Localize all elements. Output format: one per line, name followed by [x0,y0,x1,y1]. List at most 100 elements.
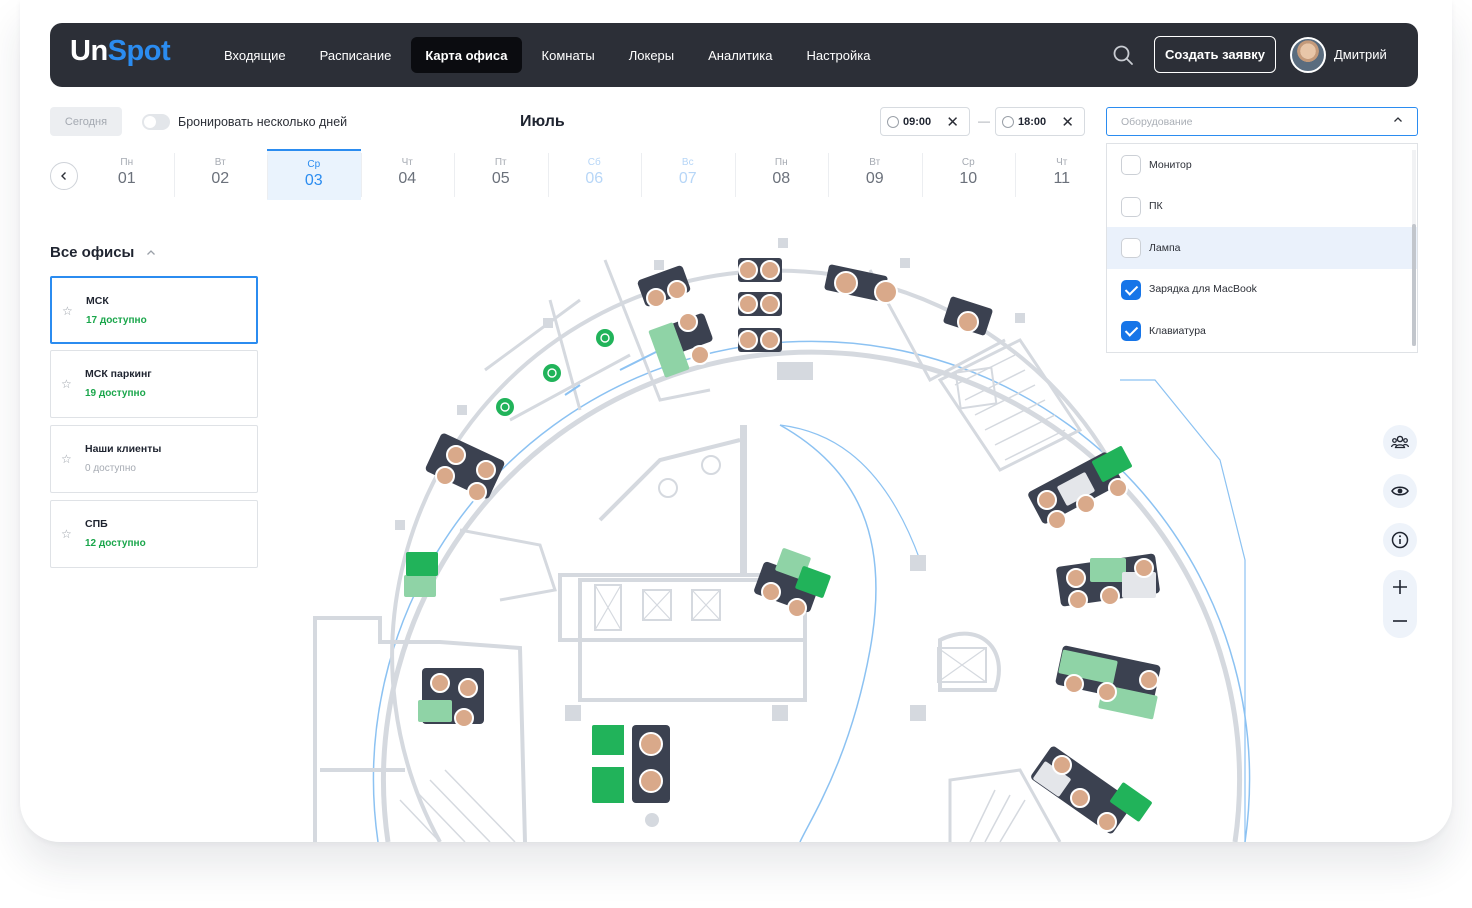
offices-heading: Все офисы [50,244,135,261]
star-icon[interactable]: ☆ [61,377,72,391]
equipment-select[interactable]: Оборудование [1106,107,1418,136]
equipment-option-label: Лампа [1149,241,1181,254]
checkbox[interactable] [1121,238,1141,258]
nav-lockers[interactable]: Локеры [615,37,688,73]
star-icon[interactable]: ☆ [62,304,73,318]
multi-day-label: Бронировать несколько дней [178,115,348,129]
office-availability: 12 доступно [85,538,146,549]
date-number: 03 [304,172,323,189]
equipment-option-label: Монитор [1149,158,1192,171]
zoom-out-icon [1393,620,1407,622]
checkbox[interactable] [1121,321,1141,341]
checkbox[interactable] [1121,196,1141,217]
date-weekday: Пн [774,157,788,168]
date-number: 10 [959,170,978,187]
date-weekday: Ср [307,159,321,170]
logo-text-spot: Spot [107,35,171,67]
eye-icon [1391,486,1409,496]
checkbox[interactable] [1121,279,1141,300]
nav-settings[interactable]: Настройка [792,37,884,73]
checkbox[interactable] [1121,155,1141,175]
date-cell[interactable]: Сб 06 [547,149,642,200]
date-cell[interactable]: Чт 11 [1015,149,1109,200]
date-weekday: Вс [681,157,694,168]
date-cell[interactable]: Пн 08 [734,149,829,200]
unspot-logo[interactable]: UnSpot [70,35,171,68]
logo-text-un: Un [70,35,108,67]
equipment-option[interactable]: Зарядка для MacBook [1107,269,1417,311]
date-weekday: Ср [961,157,975,168]
date-cell[interactable]: Пт 05 [454,149,548,200]
people-icon [1391,435,1409,449]
clear-time-to-icon[interactable]: ✕ [1061,113,1074,131]
office-name: МСК [86,295,109,307]
star-icon[interactable]: ☆ [61,527,72,541]
date-number: 11 [1053,170,1071,187]
multi-day-toggle[interactable] [142,114,170,130]
date-cell[interactable]: Вс 07 [641,149,735,200]
chevron-up-icon [1394,117,1402,122]
nav-rooms[interactable]: Комнаты [528,37,609,73]
date-cell[interactable]: Вт 09 [828,149,922,200]
date-cell[interactable]: Пн 01 [80,149,174,200]
office-card[interactable]: ☆ Наши клиенты 0 доступно [50,425,258,493]
today-button[interactable]: Сегодня [50,107,122,136]
top-nav-bar: UnSpot Входящие Расписание Карта офиса К… [50,23,1418,87]
date-cell[interactable]: Чт 04 [360,149,455,200]
equipment-option[interactable]: Монитор [1107,144,1417,186]
office-card[interactable]: ☆ МСК паркинг 19 доступно [50,350,258,418]
equipment-option-label: Зарядка для MacBook [1149,283,1257,296]
zoom-out-button[interactable] [1383,604,1417,638]
equipment-options-list: Монитор ПК Лампа Зарядка для MacBook Клавиат… [1106,143,1418,353]
equipment-option[interactable]: Лампа [1107,227,1417,269]
date-number: 06 [585,170,604,187]
user-avatar[interactable] [1290,37,1326,73]
month-title: Июль [520,113,565,130]
time-to-value: 18:00 [1018,115,1047,128]
user-name[interactable]: Дмитрий [1334,47,1387,62]
date-cell[interactable]: Ср 10 [921,149,1016,200]
date-number: 05 [491,170,510,187]
office-card[interactable]: ☆ МСК 17 доступно [50,276,258,344]
people-filter-button[interactable] [1383,425,1417,459]
date-weekday: Вт [214,157,226,168]
info-button[interactable] [1383,523,1417,557]
equipment-placeholder: Оборудование [1121,116,1193,128]
time-from-field[interactable]: 09:00 ✕ [880,107,970,136]
office-availability: 17 доступно [86,315,147,326]
date-weekday: Сб [587,157,601,168]
zoom-in-icon [1393,580,1407,594]
search-icon[interactable] [1112,44,1134,66]
office-availability: 19 доступно [85,388,146,399]
office-card[interactable]: ☆ СПБ 12 доступно [50,500,258,568]
clear-time-from-icon[interactable]: ✕ [946,113,959,131]
date-weekday: Чт [401,157,413,168]
time-to-field[interactable]: 18:00 ✕ [995,107,1085,136]
nav-analytics[interactable]: Аналитика [694,37,786,73]
office-availability: 0 доступно [85,463,136,474]
date-number: 07 [678,170,697,187]
chevron-up-icon[interactable] [146,248,156,258]
clock-icon [887,115,899,128]
date-strip: Пн 01 Вт 02 Ср 03 Чт 04 Пт 05 Сб 06 Вс 07 Пн 08 Вт 09 Ср 10… [80,149,1109,200]
equipment-option[interactable]: Клавиатура [1107,310,1417,352]
zoom-in-button[interactable] [1383,570,1417,604]
date-number: 08 [772,170,791,187]
equipment-option-label: Клавиатура [1149,324,1206,337]
date-weekday: Чт [1056,157,1068,168]
date-number: 01 [117,170,136,187]
nav-schedule[interactable]: Расписание [306,37,406,73]
equipment-option[interactable]: ПК [1107,186,1417,228]
star-icon[interactable]: ☆ [61,452,72,466]
prev-dates-button[interactable] [50,162,78,190]
nav-office-map[interactable]: Карта офиса [411,37,522,73]
visibility-button[interactable] [1383,474,1417,508]
nav-inbox[interactable]: Входящие [210,37,300,73]
date-cell[interactable]: Ср 03 [267,149,361,200]
date-cell[interactable]: Вт 02 [173,149,268,200]
main-nav: Входящие Расписание Карта офиса Комнаты … [210,37,884,73]
date-number: 09 [865,170,884,187]
create-request-button[interactable]: Создать заявку [1154,36,1276,73]
scrollbar-thumb[interactable] [1412,224,1416,346]
equipment-scrollbar[interactable] [1412,150,1416,346]
